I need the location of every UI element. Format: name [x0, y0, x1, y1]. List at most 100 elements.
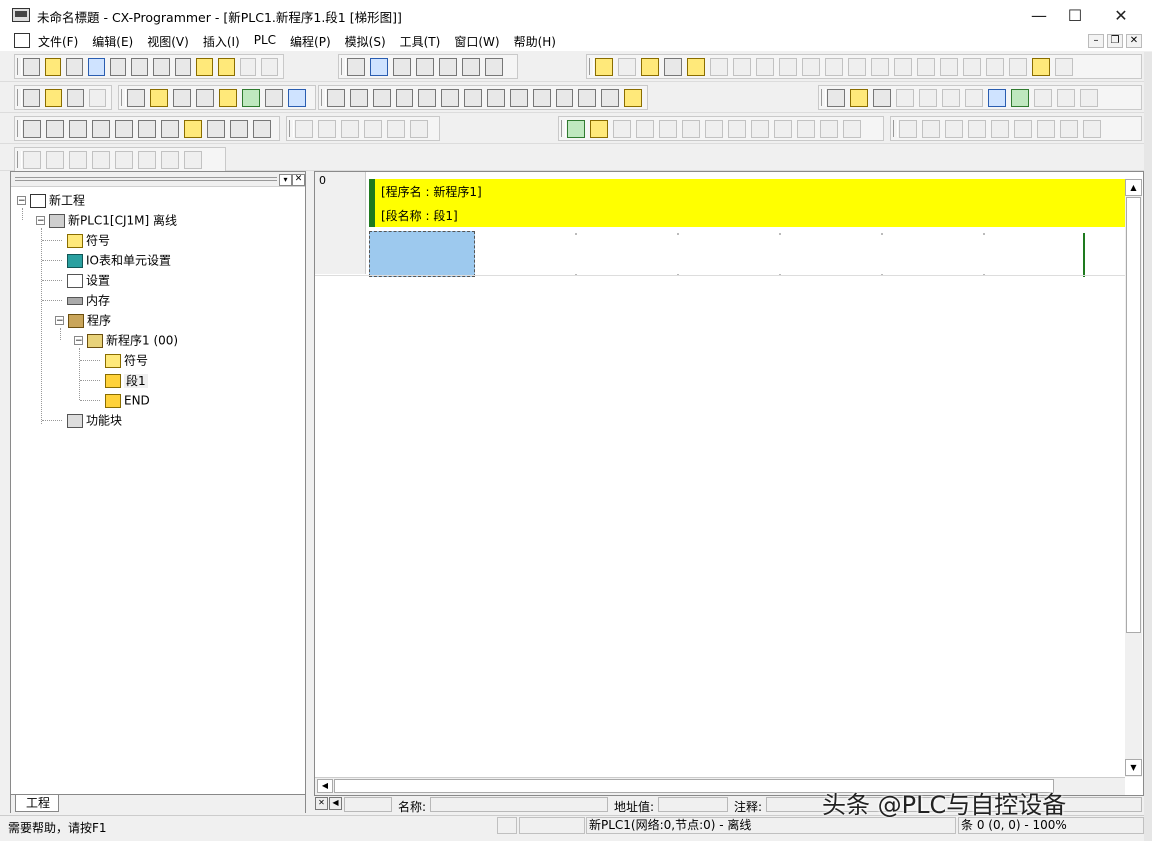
- menu-insert[interactable]: 插入(I): [203, 33, 240, 50]
- coil-icon[interactable]: [487, 88, 505, 107]
- window-3-icon[interactable]: [69, 119, 87, 138]
- collapse-icon[interactable]: −: [36, 216, 45, 226]
- grid-icon[interactable]: [127, 88, 145, 107]
- tree-node-section-1[interactable]: 段1: [105, 371, 148, 389]
- maximize-button[interactable]: ☐: [1052, 0, 1098, 31]
- scroll-thumb[interactable]: [1126, 197, 1141, 633]
- watch-window-icon[interactable]: [988, 88, 1006, 107]
- compare-icon[interactable]: [802, 57, 820, 76]
- tree-node-program-1[interactable]: − 新程序1 (00): [74, 331, 178, 349]
- data-trace-icon[interactable]: [1009, 57, 1027, 76]
- app-icon[interactable]: [12, 8, 30, 22]
- window-8-icon[interactable]: [184, 119, 202, 138]
- wire-2-icon[interactable]: [138, 150, 156, 169]
- grid-view-icon[interactable]: [1011, 88, 1029, 107]
- menu-program[interactable]: 编程(P): [290, 33, 331, 50]
- monitor-icon[interactable]: [641, 57, 659, 76]
- stop-icon[interactable]: [705, 119, 723, 138]
- line-corner-icon[interactable]: [601, 88, 620, 107]
- line-tool-6-icon[interactable]: [1014, 119, 1032, 138]
- print-icon[interactable]: [109, 57, 127, 76]
- memory-view-icon[interactable]: [827, 88, 845, 107]
- function-block-call-icon[interactable]: [555, 88, 574, 107]
- force-off-icon[interactable]: [917, 57, 935, 76]
- wire-1-icon[interactable]: [115, 150, 133, 169]
- menu-window[interactable]: 窗口(W): [454, 33, 499, 50]
- select-pointer-icon[interactable]: [327, 88, 345, 107]
- transfer-to-plc-icon[interactable]: [756, 57, 774, 76]
- io-comment-icon[interactable]: [219, 88, 237, 107]
- save-icon[interactable]: [66, 57, 84, 76]
- step-out-icon[interactable]: [797, 119, 815, 138]
- scroll-up-icon[interactable]: ▲: [1125, 179, 1142, 196]
- tree-node-project[interactable]: − 新工程: [17, 191, 85, 209]
- sim-online-icon[interactable]: [567, 119, 585, 138]
- sim-debug-icon[interactable]: [590, 119, 608, 138]
- document-icon[interactable]: [14, 33, 30, 48]
- instruction-icon[interactable]: [532, 88, 551, 107]
- mdi-minimize-button[interactable]: –: [1088, 34, 1104, 48]
- indent-icon[interactable]: [23, 150, 41, 169]
- line-tool-2-icon[interactable]: [922, 119, 940, 138]
- io-table-view-icon[interactable]: [873, 88, 891, 107]
- context-help-icon[interactable]: [485, 57, 503, 76]
- program-mode-icon[interactable]: [710, 57, 728, 76]
- tab-project[interactable]: 工程: [15, 795, 60, 812]
- window-9-icon[interactable]: [207, 119, 225, 138]
- wire-3-icon[interactable]: [161, 150, 179, 169]
- tool-5-icon[interactable]: [1034, 88, 1052, 107]
- step-in-icon[interactable]: [774, 119, 792, 138]
- mdi-close-button[interactable]: ✕: [1126, 34, 1142, 48]
- collapse-icon[interactable]: −: [55, 316, 64, 326]
- close-button[interactable]: ✕: [1098, 0, 1144, 31]
- simulation-icon[interactable]: [1032, 57, 1050, 76]
- vertical-scrollbar[interactable]: ▲ ▼: [1125, 179, 1142, 777]
- align-2-icon[interactable]: [92, 150, 110, 169]
- show-comment-icon[interactable]: [150, 88, 168, 107]
- compile-icon[interactable]: [687, 57, 705, 76]
- line-connect-icon[interactable]: [578, 88, 597, 107]
- window-2-icon[interactable]: [46, 119, 64, 138]
- tree-node-programs[interactable]: − 程序: [55, 311, 111, 329]
- ladder-editor[interactable]: 0 [程序名 : 新程序1] [段名称 : 段1] ▲ ▼ ◀: [314, 171, 1144, 796]
- help-icon[interactable]: [462, 57, 480, 76]
- collapse-icon[interactable]: −: [74, 336, 83, 346]
- page-preview-icon[interactable]: [131, 57, 149, 76]
- ladder-cursor-cell[interactable]: [369, 231, 475, 277]
- align-icon[interactable]: [69, 150, 87, 169]
- online-edit-send-icon[interactable]: [871, 57, 889, 76]
- mnemonic-view-icon[interactable]: [196, 88, 214, 107]
- window-5-icon[interactable]: [115, 119, 133, 138]
- step-down-icon[interactable]: [387, 119, 405, 138]
- format-16-icon[interactable]: [341, 119, 359, 138]
- horizontal-line-icon[interactable]: [464, 88, 483, 107]
- tool-7-icon[interactable]: [1080, 88, 1098, 107]
- differential-monitor-icon[interactable]: [986, 57, 1004, 76]
- set-value-icon[interactable]: [963, 57, 981, 76]
- scroll-down-icon[interactable]: ▼: [1125, 759, 1142, 776]
- delete-line-icon[interactable]: [624, 88, 643, 107]
- window-10-icon[interactable]: [230, 119, 248, 138]
- tree-node-function-blocks[interactable]: 功能块: [67, 411, 122, 429]
- redo-icon[interactable]: [261, 57, 279, 76]
- dock-icon[interactable]: ▾: [279, 174, 292, 186]
- window-1-icon[interactable]: [23, 119, 41, 138]
- wire-4-icon[interactable]: [184, 150, 202, 169]
- contact-nc-icon[interactable]: [372, 88, 391, 107]
- menu-file[interactable]: 文件(F): [38, 33, 78, 50]
- mdi-restore-button[interactable]: ❐: [1107, 34, 1123, 48]
- undo-icon[interactable]: [239, 57, 257, 76]
- continuous-step-icon[interactable]: [820, 119, 838, 138]
- line-tool-5-icon[interactable]: [991, 119, 1009, 138]
- tree-node-symbols[interactable]: 符号: [67, 231, 110, 249]
- menu-tools[interactable]: 工具(T): [400, 33, 441, 50]
- scan-run-icon[interactable]: [843, 119, 861, 138]
- copy-icon[interactable]: [174, 57, 192, 76]
- find-icon[interactable]: [347, 57, 365, 76]
- online-edit-icon[interactable]: [825, 57, 843, 76]
- address-reference-icon[interactable]: [416, 57, 434, 76]
- outdent-icon[interactable]: [46, 150, 64, 169]
- drag-handle[interactable]: [15, 177, 277, 181]
- window-11-icon[interactable]: [253, 119, 271, 138]
- settings-view-icon[interactable]: [850, 88, 868, 107]
